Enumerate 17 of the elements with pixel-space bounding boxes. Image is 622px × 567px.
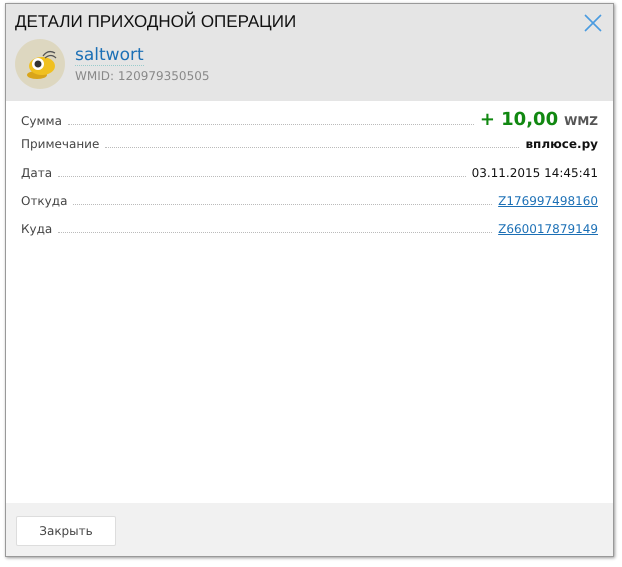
detail-label: Примечание [21,137,100,151]
note-value: вплюсе.ру [525,137,598,151]
detail-label: Сумма [21,114,62,128]
currency-unit: WMZ [564,114,598,128]
close-icon[interactable] [583,13,603,33]
detail-value: 03.11.2015 14:45:41 [472,166,598,180]
wmid-text: WMID: 120979350505 [75,69,210,83]
amount-value: + 10,00 [480,109,558,130]
avatar-icon [15,39,65,89]
purse-link[interactable]: Z660017879149 [498,222,598,236]
user-name-link[interactable]: saltwort [75,45,144,66]
purse-link[interactable]: Z176997498160 [498,194,598,208]
detail-label: Откуда [21,194,68,208]
dialog-title: ДЕТАЛИ ПРИХОДНОЙ ОПЕРАЦИИ [15,12,296,32]
detail-label: Куда [21,222,52,236]
close-button[interactable]: Закрыть [16,516,116,546]
detail-label: Дата [21,166,52,180]
